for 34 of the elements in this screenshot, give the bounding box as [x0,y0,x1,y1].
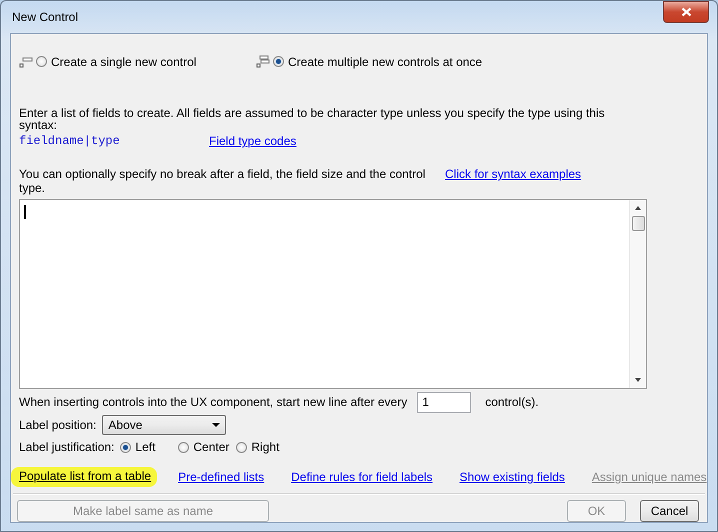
syntax-example: fieldname|type [19,134,121,148]
radio-button[interactable] [236,442,248,453]
option-link[interactable]: Define rules for field labels [291,470,433,484]
option-link[interactable]: Pre-defined lists [178,470,264,484]
radio-button[interactable] [120,442,132,453]
line-break-label: When inserting controls into the UX component, start new line after every [19,395,408,410]
label-justification-label: Label justification: [19,440,114,454]
controls-count-field[interactable]: 1 [417,392,472,413]
scrollbar[interactable] [629,200,646,388]
radio-button[interactable] [178,442,190,453]
field-list-editor[interactable] [19,199,647,389]
dropdown-caret-icon [212,422,220,427]
option-link[interactable]: Show existing fields [460,470,565,484]
controls-suffix: control(s). [485,395,539,410]
radio-label[interactable]: Right [251,440,280,454]
radio-label[interactable]: Create a single new control [51,54,196,69]
radio-label[interactable]: Create multiple new controls at once [288,54,482,69]
field-type-codes-link[interactable]: Field type codes [209,134,296,148]
close-button[interactable] [663,1,709,23]
syntax-examples-link[interactable]: Click for syntax examples [445,167,582,196]
option-link[interactable]: Populate list from a table [11,467,158,487]
radio-button[interactable] [36,56,47,68]
radio-label[interactable]: Left [135,440,156,454]
single-control-icon [19,54,33,69]
label-position-label: Label position: [19,418,96,432]
label-position-dropdown[interactable]: Above [102,414,226,435]
radio-button[interactable] [273,56,284,68]
radio-label[interactable]: Center [193,440,230,454]
note-text: You can optionally specify no break after a field, the field size and the control type. [19,167,426,196]
instructions-text: Enter a list of fields to create. All fields are assumed to be character type unless you specify the type using this syntax: [19,107,606,132]
window-title: New Control [12,10,78,24]
dialog-button[interactable]: Cancel [640,500,699,522]
multiple-controls-icon [256,54,270,69]
close-icon [680,7,692,17]
